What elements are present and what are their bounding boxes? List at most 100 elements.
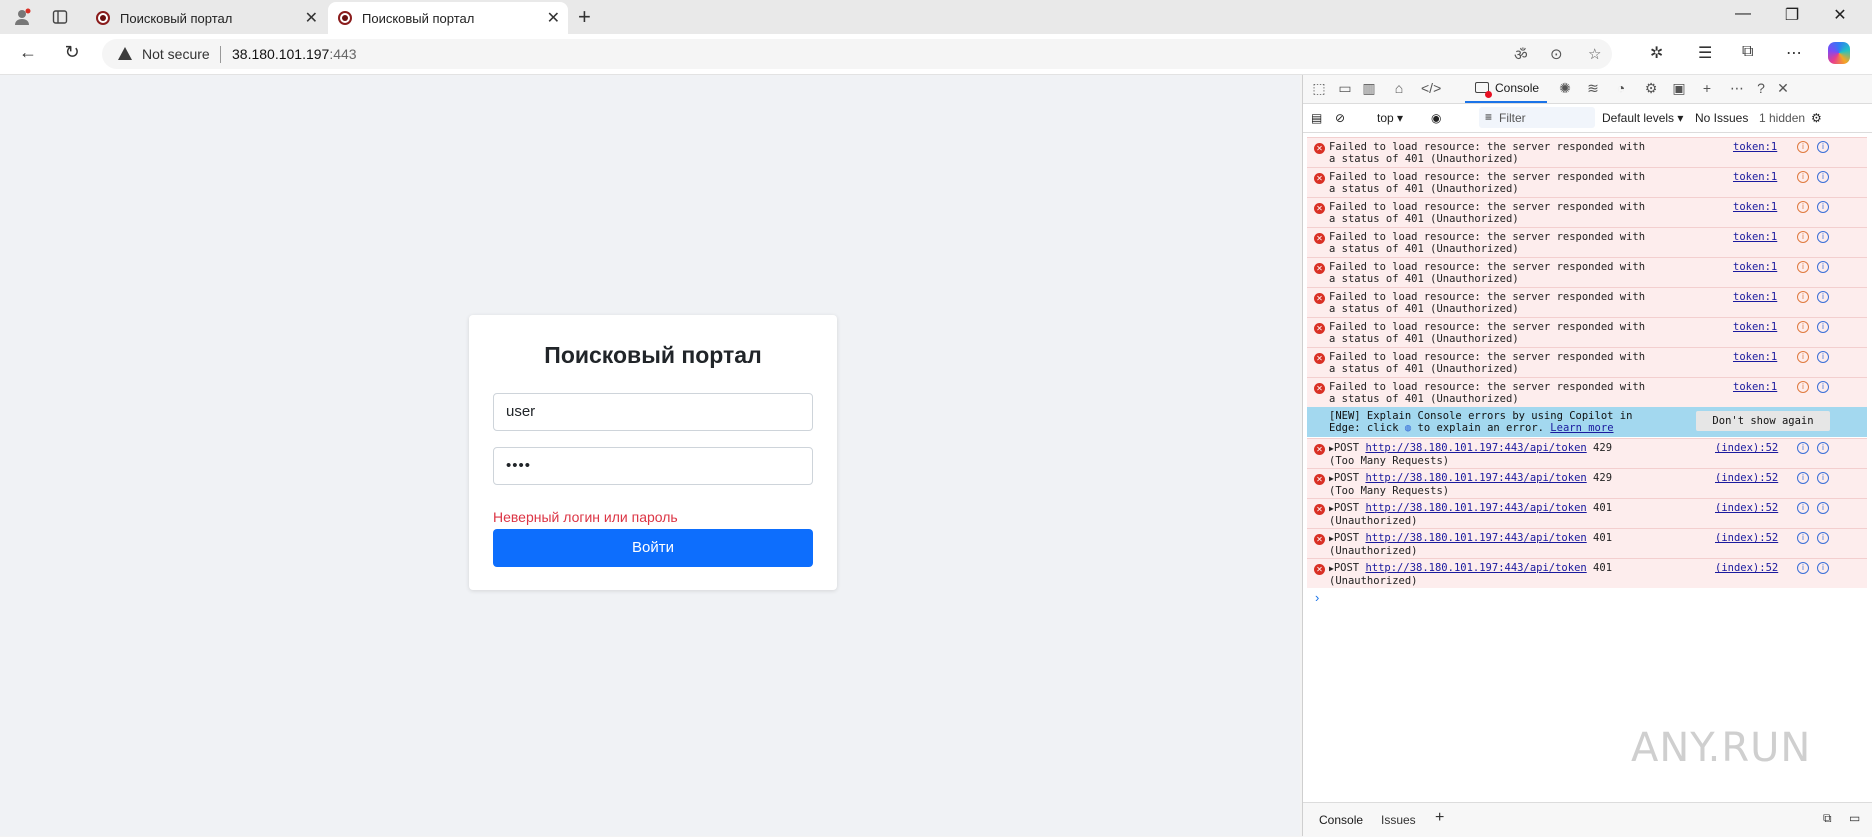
- search-issue-icon[interactable]: i: [1817, 502, 1829, 514]
- reload-icon[interactable]: ↻: [60, 42, 84, 63]
- request-url[interactable]: http://38.180.101.197:443/api/token: [1365, 502, 1586, 514]
- source-link[interactable]: token:1: [1733, 291, 1777, 303]
- close-tab-icon[interactable]: ✕: [305, 8, 318, 28]
- url-text[interactable]: 38.180.101.197:443: [232, 46, 357, 62]
- tab-2[interactable]: Поисковый портал ✕: [328, 2, 568, 34]
- copilot-explain-icon[interactable]: i: [1797, 261, 1809, 273]
- login-button[interactable]: Войти: [493, 529, 813, 567]
- dock-icon[interactable]: ▥: [1359, 80, 1379, 97]
- more-options-icon[interactable]: ⋯: [1727, 80, 1747, 97]
- search-issue-icon[interactable]: i: [1817, 381, 1829, 393]
- copilot-explain-icon[interactable]: i: [1797, 201, 1809, 213]
- levels-select[interactable]: Default levels ▾: [1602, 111, 1683, 125]
- close-drawer-icon[interactable]: ▭: [1849, 811, 1860, 825]
- source-link[interactable]: (index):52: [1715, 562, 1778, 574]
- filter-input[interactable]: ≡ Filter: [1479, 107, 1595, 128]
- search-issue-icon[interactable]: i: [1817, 442, 1829, 454]
- search-issue-icon[interactable]: i: [1817, 291, 1829, 303]
- collections-icon[interactable]: ⧉: [1742, 43, 1753, 61]
- copilot-explain-icon[interactable]: i: [1797, 562, 1809, 574]
- source-link[interactable]: token:1: [1733, 201, 1777, 213]
- device-toolbar-icon[interactable]: ▭: [1335, 80, 1355, 97]
- performance-icon[interactable]: ◔: [1611, 80, 1631, 96]
- copilot-explain-icon[interactable]: i: [1797, 442, 1809, 454]
- source-link[interactable]: token:1: [1733, 261, 1777, 273]
- search-issue-icon[interactable]: i: [1817, 261, 1829, 273]
- copilot-explain-icon[interactable]: i: [1797, 502, 1809, 514]
- application-icon[interactable]: ▣: [1669, 80, 1689, 97]
- password-input[interactable]: ••••: [493, 447, 813, 485]
- close-window-icon[interactable]: ✕: [1820, 5, 1860, 25]
- copilot-explain-icon[interactable]: i: [1797, 141, 1809, 153]
- context-select[interactable]: top ▾: [1377, 111, 1403, 125]
- request-url[interactable]: http://38.180.101.197:443/api/token: [1365, 562, 1586, 574]
- new-tab-icon[interactable]: +: [578, 4, 591, 30]
- request-url[interactable]: http://38.180.101.197:443/api/token: [1365, 472, 1586, 484]
- restore-icon[interactable]: ❐: [1772, 5, 1812, 25]
- search-issue-icon[interactable]: i: [1817, 532, 1829, 544]
- username-input[interactable]: user: [493, 393, 813, 431]
- console-settings-icon[interactable]: ⚙: [1811, 111, 1822, 125]
- copilot-explain-icon[interactable]: i: [1797, 291, 1809, 303]
- inspect-icon[interactable]: ⬚: [1309, 80, 1329, 97]
- source-link[interactable]: token:1: [1733, 321, 1777, 333]
- copilot-explain-icon[interactable]: i: [1797, 171, 1809, 183]
- dock-drawer-icon[interactable]: ⧉: [1823, 811, 1832, 826]
- copilot-explain-icon[interactable]: i: [1797, 231, 1809, 243]
- copilot-explain-icon[interactable]: i: [1797, 321, 1809, 333]
- source-link[interactable]: token:1: [1733, 381, 1777, 393]
- search-issue-icon[interactable]: i: [1817, 351, 1829, 363]
- dont-show-again-button[interactable]: Don't show again: [1696, 411, 1830, 431]
- more-tools-icon[interactable]: +: [1697, 80, 1717, 96]
- close-devtools-icon[interactable]: ✕: [1773, 80, 1793, 97]
- search-issue-icon[interactable]: i: [1817, 201, 1829, 213]
- source-link[interactable]: token:1: [1733, 231, 1777, 243]
- source-link[interactable]: (index):52: [1715, 472, 1778, 484]
- search-issue-icon[interactable]: i: [1817, 562, 1829, 574]
- extensions-icon[interactable]: ✲: [1650, 43, 1663, 63]
- drawer-tab-issues[interactable]: Issues: [1381, 813, 1416, 827]
- copilot-explain-icon[interactable]: i: [1797, 532, 1809, 544]
- source-link[interactable]: token:1: [1733, 351, 1777, 363]
- search-issue-icon[interactable]: i: [1817, 472, 1829, 484]
- omnibox[interactable]: Not secure 38.180.101.197:443 ॐ ⊙ ☆: [102, 39, 1612, 69]
- minimize-icon[interactable]: —: [1723, 5, 1763, 23]
- drawer-tab-console[interactable]: Console: [1319, 813, 1363, 827]
- copilot-explain-icon[interactable]: i: [1797, 381, 1809, 393]
- memory-icon[interactable]: ⚙: [1641, 80, 1661, 97]
- back-icon[interactable]: ←: [16, 42, 40, 63]
- source-link[interactable]: token:1: [1733, 171, 1777, 183]
- help-icon[interactable]: ?: [1751, 80, 1771, 96]
- sources-icon[interactable]: ✺: [1555, 80, 1575, 97]
- source-link[interactable]: (index):52: [1715, 502, 1778, 514]
- copilot-icon[interactable]: [1828, 42, 1850, 64]
- elements-icon[interactable]: </>: [1421, 80, 1441, 96]
- tab-console[interactable]: Console: [1465, 75, 1547, 103]
- warning-icon[interactable]: [118, 47, 132, 60]
- source-link[interactable]: (index):52: [1715, 442, 1778, 454]
- source-link[interactable]: (index):52: [1715, 532, 1778, 544]
- network-icon[interactable]: ≋: [1583, 80, 1603, 97]
- security-label[interactable]: Not secure: [142, 46, 210, 62]
- tab-actions-icon[interactable]: [50, 7, 70, 27]
- more-options-icon[interactable]: ⊙: [1550, 45, 1563, 63]
- issues-counter[interactable]: No Issues: [1695, 111, 1748, 125]
- settings-menu-icon[interactable]: ⋯: [1786, 43, 1802, 63]
- close-tab-icon[interactable]: ✕: [547, 8, 560, 28]
- learn-more-link[interactable]: Learn more: [1550, 422, 1613, 434]
- request-url[interactable]: http://38.180.101.197:443/api/token: [1365, 532, 1586, 544]
- welcome-icon[interactable]: ⌂: [1389, 80, 1409, 96]
- live-expression-icon[interactable]: ◉: [1431, 111, 1441, 125]
- add-drawer-tab-icon[interactable]: +: [1435, 809, 1444, 827]
- search-issue-icon[interactable]: i: [1817, 321, 1829, 333]
- read-aloud-icon[interactable]: ॐ: [1514, 45, 1528, 65]
- console-prompt-icon[interactable]: ›: [1315, 590, 1319, 605]
- copilot-explain-icon[interactable]: i: [1797, 472, 1809, 484]
- search-issue-icon[interactable]: i: [1817, 141, 1829, 153]
- copilot-explain-icon[interactable]: i: [1797, 351, 1809, 363]
- sidebar-toggle-icon[interactable]: ▤: [1311, 111, 1322, 125]
- search-issue-icon[interactable]: i: [1817, 231, 1829, 243]
- request-url[interactable]: http://38.180.101.197:443/api/token: [1365, 442, 1586, 454]
- search-issue-icon[interactable]: i: [1817, 171, 1829, 183]
- favorite-star-icon[interactable]: ☆: [1588, 45, 1601, 63]
